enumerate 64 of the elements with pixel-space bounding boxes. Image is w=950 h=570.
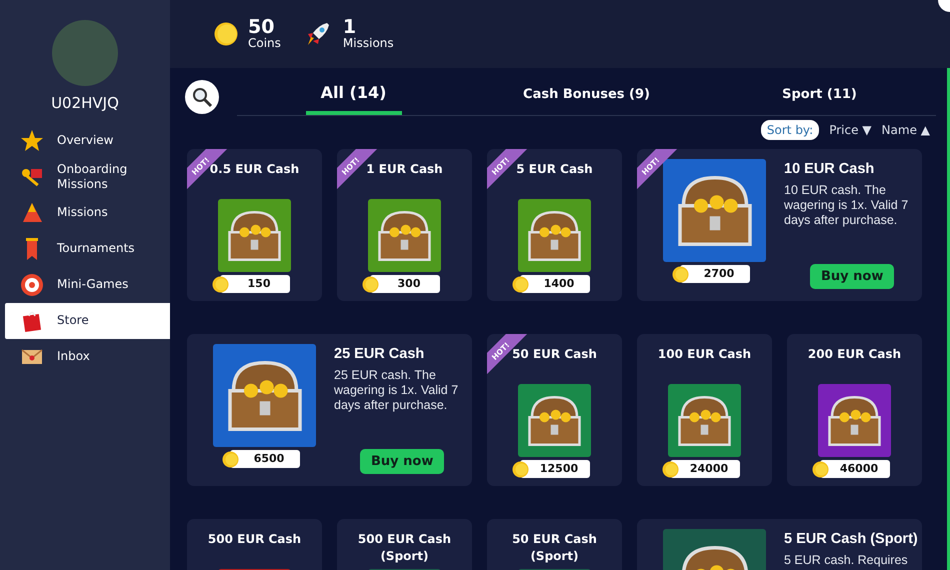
username: U02HVJQ [50, 93, 120, 114]
sidebar-item[interactable]: Store [5, 302, 170, 338]
tab[interactable]: Cash Bonuses (9) [470, 77, 703, 115]
product-title: 0.5 EUR Cash [209, 161, 300, 178]
product-title: 10 EUR Cash [784, 160, 876, 179]
coin-icon [362, 276, 378, 292]
chest-icon [828, 396, 881, 446]
product-description: 5 EUR cash. Requires [784, 552, 909, 568]
sidebar-item[interactable]: Tournaments [5, 230, 170, 266]
chest-icon [228, 360, 302, 430]
sidebar-item[interactable]: Overview [5, 122, 170, 158]
tab[interactable]: Sport (11) [703, 77, 936, 115]
coin-icon [214, 22, 238, 46]
stat-value: 1 [342, 18, 356, 37]
product-title: 500 EUR Cash (Sport) [356, 531, 452, 565]
price-text: 2700 [702, 266, 736, 282]
coin-icon [662, 460, 678, 478]
sidebar-item[interactable]: Missions [5, 194, 170, 230]
sidebar-item[interactable]: Onboarding Missions [5, 158, 170, 194]
product-title: 5 EUR Cash (Sport) [784, 530, 918, 549]
product-title: 50 EUR Cash (Sport) [511, 531, 598, 565]
chest-icon [678, 176, 752, 246]
sort-label: Sort by: [760, 120, 820, 140]
search-icon [191, 86, 213, 108]
coin-icon [672, 266, 688, 282]
price-text: 12500 [538, 460, 580, 477]
stat-label: Coins [248, 36, 281, 50]
product-title: 50 EUR Cash [511, 346, 598, 363]
sidebar-item[interactable]: Inbox [5, 338, 170, 374]
product-title: 100 EUR Cash [656, 346, 752, 363]
coin-icon [812, 460, 828, 478]
coin-icon [222, 450, 238, 468]
product-title: 500 EUR Cash [206, 531, 302, 548]
chest-icon [678, 396, 731, 446]
stat-label: Missions [342, 36, 394, 50]
price-text: 24000 [688, 460, 730, 477]
coin-icon [212, 276, 228, 292]
sidebar-item[interactable]: Mini-Games [5, 266, 170, 302]
star-icon [19, 128, 45, 154]
coin-icon [512, 460, 528, 478]
price-text: 150 [246, 276, 272, 292]
chest-icon [228, 210, 281, 260]
chest-icon [378, 210, 431, 260]
coin-icon [512, 276, 528, 292]
product-description: 10 EUR cash. The wagering is 1x. Valid 7 days after purchase. [784, 182, 910, 228]
price-text: 1400 [542, 276, 576, 292]
price-text: 300 [396, 276, 422, 292]
product-title: 5 EUR Cash [515, 161, 594, 178]
buy-button[interactable]: Buy now [360, 448, 444, 474]
tab[interactable]: All (14) [306, 77, 402, 115]
chest-icon [528, 210, 581, 260]
search-button[interactable] [185, 80, 219, 114]
product-title: 25 EUR Cash [334, 345, 426, 364]
stat-value: 50 [248, 18, 274, 37]
price-text: 46000 [838, 460, 880, 477]
product-title: 200 EUR Cash [806, 346, 902, 363]
chest-icon [528, 396, 581, 446]
price-text: 6500 [252, 450, 286, 467]
product-description: 25 EUR cash. The wagering is 1x. Valid 7 days after purchase. [334, 368, 460, 413]
product-title: 1 EUR Cash [365, 161, 444, 178]
wheel-icon [19, 272, 45, 298]
sort-option[interactable]: Name ▲ [882, 121, 930, 139]
buy-button[interactable]: Buy now [810, 264, 894, 289]
sort-option[interactable]: Price ▼ [829, 121, 872, 139]
